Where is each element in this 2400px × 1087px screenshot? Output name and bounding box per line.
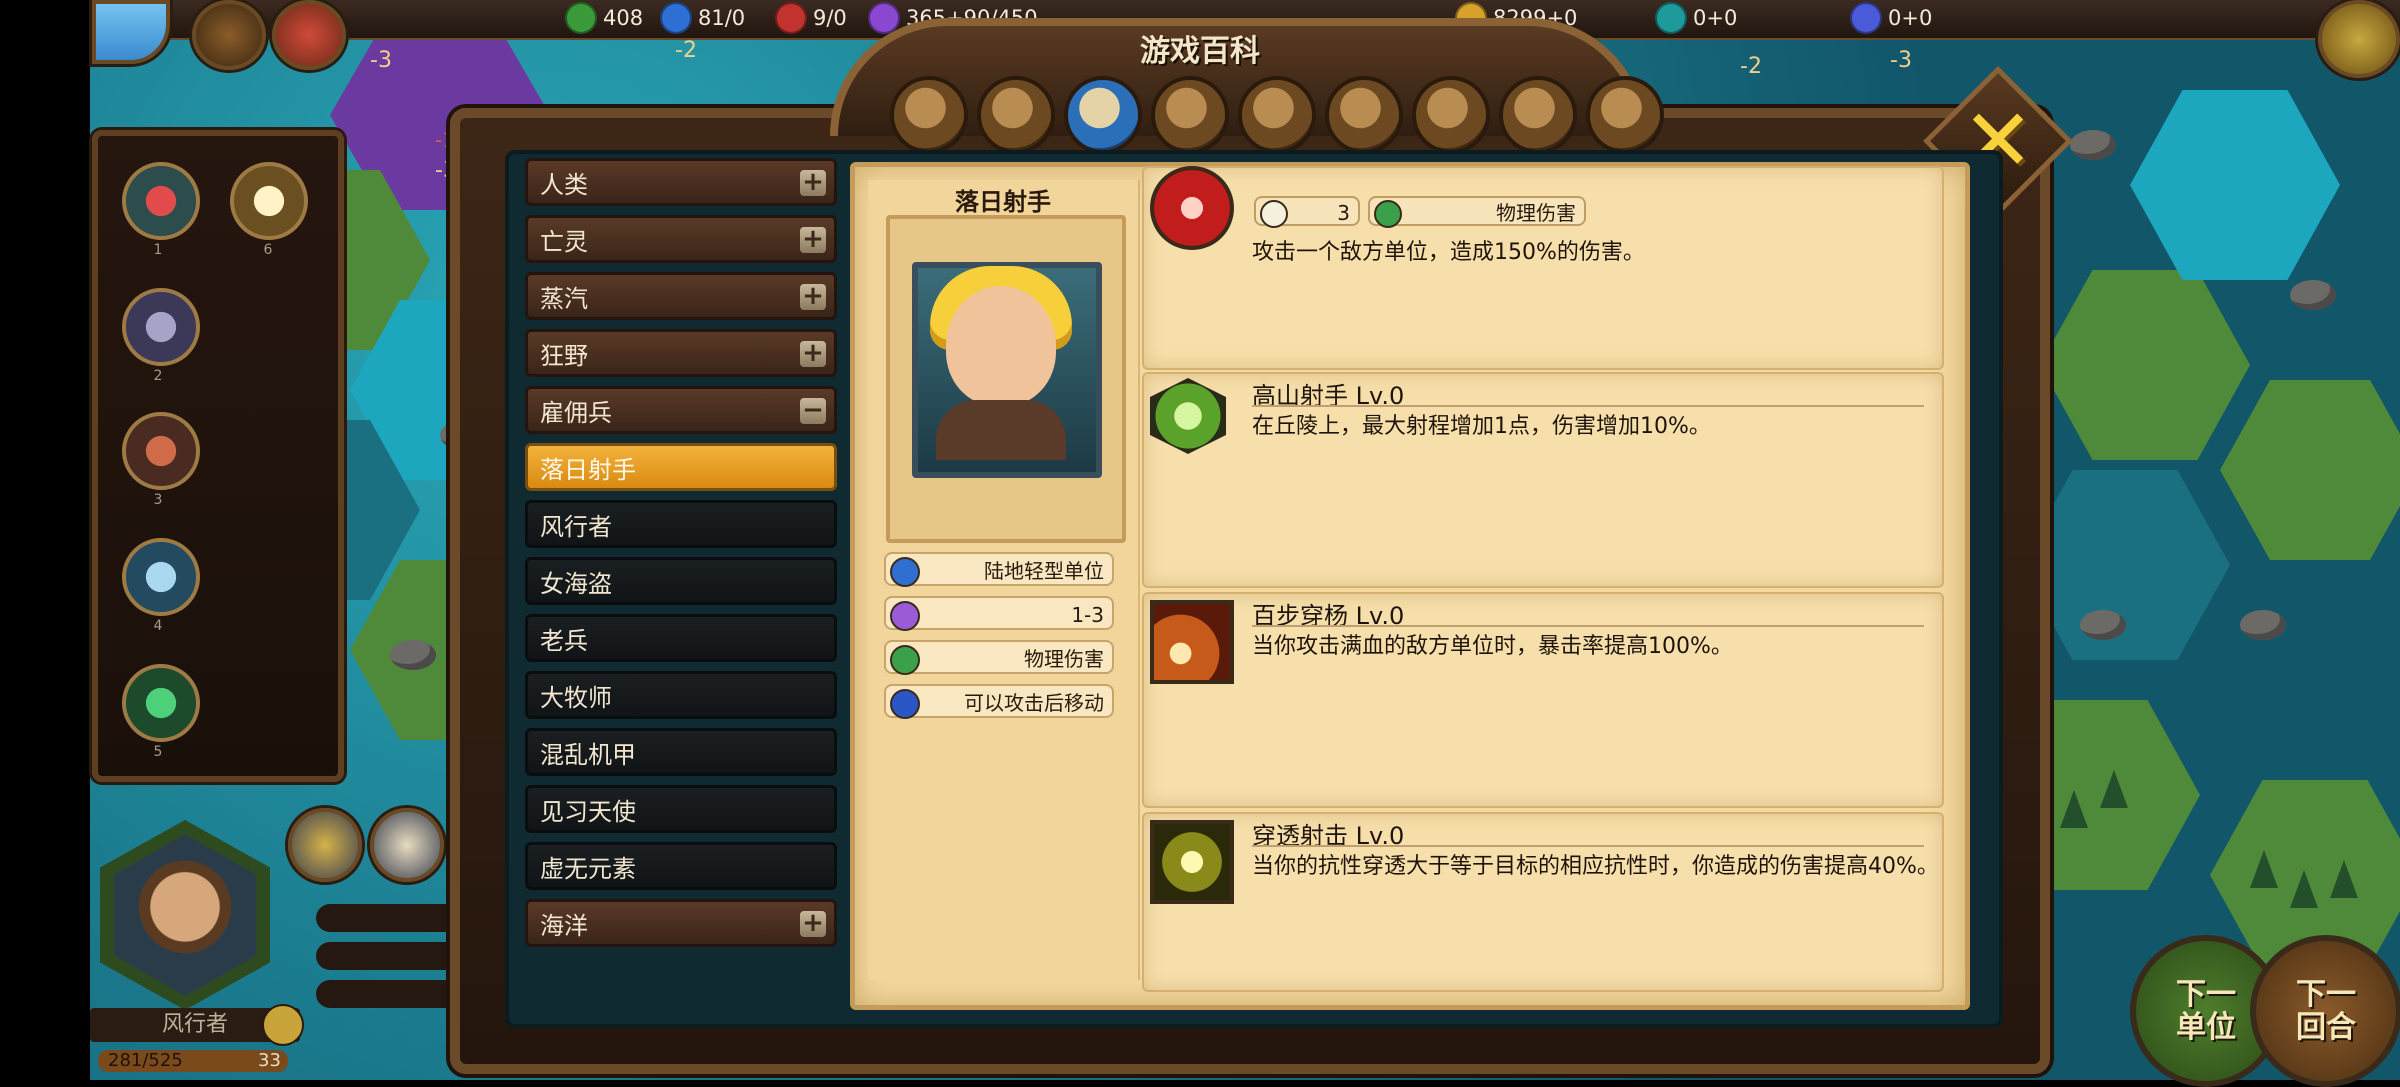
skill-description: 当你的抗性穿透大于等于目标的相应抗性时，你造成的伤害提高40%。 xyxy=(1252,854,1939,879)
slot-number: 3 xyxy=(153,492,163,508)
slash-skill-icon[interactable] xyxy=(122,162,200,240)
skill-description: 当你攻击满血的敌方单位时，暴击率提高100%。 xyxy=(1252,634,1733,659)
category-item[interactable]: 虚无元素 xyxy=(525,842,837,890)
slot-number: 4 xyxy=(153,618,163,634)
unit-attribute: 1-3 xyxy=(884,596,1114,631)
slot-number: 2 xyxy=(153,368,163,384)
attack-skill-icon xyxy=(1150,166,1234,250)
book-icon[interactable] xyxy=(1325,76,1403,154)
slot-number: 6 xyxy=(263,242,273,258)
category-label: 雇佣兵 xyxy=(540,399,612,427)
unit-face xyxy=(946,286,1056,406)
tower-icon[interactable] xyxy=(1499,76,1577,154)
light-skill-icon[interactable] xyxy=(230,162,308,240)
unit-attribute-label: 陆地轻型单位 xyxy=(984,559,1104,583)
category-label: 虚无元素 xyxy=(540,855,636,883)
unit-attribute: 可以攻击后移动 xyxy=(884,684,1114,719)
book-icon[interactable] xyxy=(370,808,444,882)
bow-skill-icon[interactable] xyxy=(122,412,200,490)
category-tabs xyxy=(890,76,1664,154)
category-group[interactable]: 狂野 + xyxy=(525,329,837,377)
unit-attribute-label: 1-3 xyxy=(1071,603,1104,627)
category-label: 亡灵 xyxy=(540,228,588,256)
swirl-icon[interactable] xyxy=(1238,76,1316,154)
expand-icon[interactable]: + xyxy=(800,169,826,196)
skill-description: 攻击一个敌方单位，造成150%的伤害。 xyxy=(1252,240,1645,265)
next-turn-button[interactable]: 下一 回合 xyxy=(2250,935,2400,1087)
category-label: 见习天使 xyxy=(540,798,636,826)
expand-icon[interactable]: + xyxy=(800,910,826,937)
sword-icon[interactable] xyxy=(1412,76,1490,154)
category-label: 风行者 xyxy=(540,513,612,541)
physical-damage-icon xyxy=(1374,200,1402,228)
category-item[interactable]: 落日射手 xyxy=(525,443,837,491)
expand-icon[interactable]: + xyxy=(800,283,826,310)
claw-icon[interactable] xyxy=(977,76,1055,154)
category-item[interactable]: 混乱机甲 xyxy=(525,728,837,776)
category-item[interactable]: 大牧师 xyxy=(525,671,837,719)
category-item[interactable]: 见习天使 xyxy=(525,785,837,833)
collapse-icon[interactable]: − xyxy=(800,397,826,424)
skill-description: 在丘陵上，最大射程增加1点，伤害增加10%。 xyxy=(1252,414,1711,439)
unit-attribute: 物理伤害 xyxy=(884,640,1114,675)
hero-level: 33 xyxy=(258,1050,281,1071)
category-label: 蒸汽 xyxy=(540,285,588,313)
category-item[interactable]: 风行者 xyxy=(525,500,837,548)
unit-type-icon xyxy=(890,557,920,587)
category-group[interactable]: 蒸汽 + xyxy=(525,272,837,320)
helmet-skill-icon[interactable] xyxy=(122,288,200,366)
category-label: 落日射手 xyxy=(540,456,636,484)
unit-attribute: 陆地轻型单位 xyxy=(884,552,1114,587)
category-label: 女海盗 xyxy=(540,570,612,598)
category-label: 大牧师 xyxy=(540,684,612,712)
precision-shot-icon xyxy=(1150,600,1234,684)
expand-icon[interactable]: + xyxy=(800,226,826,253)
category-list: 人类 + 亡灵 + 蒸汽 + 狂野 + 雇佣兵 − 落日射手风行者女海盗老兵大牧师混乱机甲见习天使虚… xyxy=(525,158,837,956)
skill-divider xyxy=(1252,845,1924,847)
skill-divider xyxy=(1252,405,1924,407)
unit-title: 落日射手 xyxy=(955,188,1051,216)
cooldown-chip: 3 xyxy=(1254,196,1360,228)
range-icon xyxy=(890,601,920,631)
physical-damage-icon xyxy=(890,645,920,675)
damage-type-chip: 物理伤害 xyxy=(1368,196,1586,228)
skill-divider xyxy=(1252,625,1924,627)
figure-skill-icon[interactable] xyxy=(122,538,200,616)
category-label: 混乱机甲 xyxy=(540,741,636,769)
category-label: 海洋 xyxy=(540,912,588,940)
category-group[interactable]: 人类 + xyxy=(525,158,837,206)
slot-number: 1 xyxy=(153,242,163,258)
category-label: 狂野 xyxy=(540,342,588,370)
expand-icon[interactable]: + xyxy=(800,340,826,367)
piercing-shot-icon xyxy=(1150,820,1234,904)
helmet-icon[interactable] xyxy=(1064,76,1142,154)
category-label: 老兵 xyxy=(540,627,588,655)
armor-icon[interactable] xyxy=(1151,76,1229,154)
target-skill-icon[interactable] xyxy=(122,664,200,742)
category-group[interactable]: 海洋 + xyxy=(525,899,837,947)
unit-body xyxy=(936,400,1066,460)
upgrade-icon[interactable] xyxy=(288,808,362,882)
move-after-attack-icon xyxy=(890,689,920,719)
edit-name-pencil-icon[interactable] xyxy=(262,1004,304,1046)
category-item[interactable]: 老兵 xyxy=(525,614,837,662)
clock-icon xyxy=(1260,200,1288,228)
scroll-icon[interactable] xyxy=(890,76,968,154)
unit-attribute-label: 物理伤害 xyxy=(1024,647,1104,671)
category-group[interactable]: 雇佣兵 − xyxy=(525,386,837,434)
slot-number: 5 xyxy=(153,744,163,760)
unit-attribute-label: 可以攻击后移动 xyxy=(964,691,1104,715)
category-label: 人类 xyxy=(540,171,588,199)
category-group[interactable]: 亡灵 + xyxy=(525,215,837,263)
hammer-icon[interactable] xyxy=(1586,76,1664,154)
category-item[interactable]: 女海盗 xyxy=(525,557,837,605)
window-title: 游戏百科 xyxy=(1140,34,1260,69)
